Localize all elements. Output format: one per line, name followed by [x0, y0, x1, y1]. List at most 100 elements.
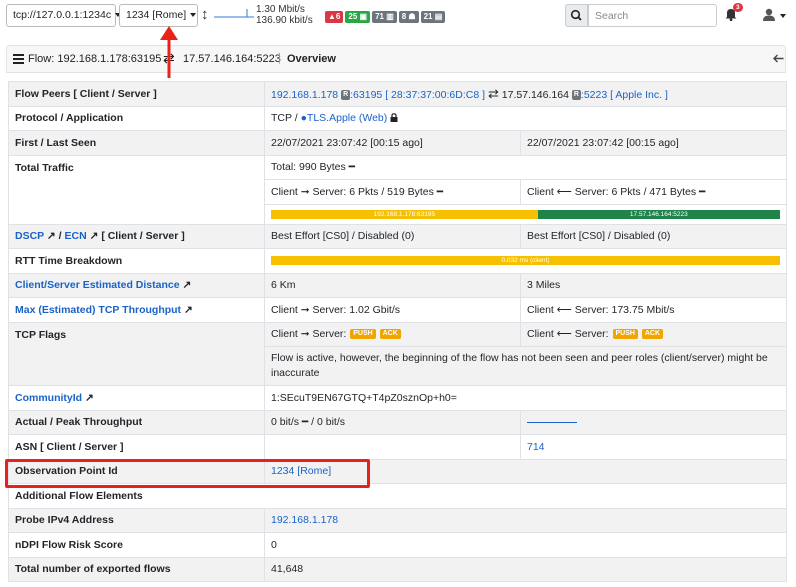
devices-badge[interactable]: 8 ☗ — [398, 11, 419, 23]
flow-peers-value: 192.168.1.178 R:63195 [ 28:37:37:00:6D:C… — [264, 81, 787, 107]
dscp-client-value: Best Effort [CS0] / Disabled (0) — [264, 223, 521, 249]
throughput-sparkline — [214, 9, 254, 18]
flag-badge: ACK — [641, 329, 664, 340]
external-link-icon[interactable]: ↗ — [90, 230, 99, 242]
row-label: Actual / Peak Throughput — [8, 409, 265, 435]
row-risk-score: nDPI Flow Risk Score 0 — [8, 532, 787, 558]
chevron-down-icon[interactable] — [780, 14, 786, 18]
search-input[interactable] — [588, 4, 717, 27]
risk-score-value: 0 — [264, 532, 787, 558]
observation-point-selector[interactable]: 1234 [Rome] — [119, 4, 198, 27]
user-icon[interactable] — [762, 8, 776, 22]
server-port-link[interactable]: :5223 — [581, 89, 607, 101]
row-label: Probe IPv4 Address — [8, 507, 265, 533]
top-navbar: tcp://127.0.0.1:1234c 1234 [Rome] ↕ 1.30… — [0, 0, 796, 33]
community-id-link[interactable]: CommunityId — [15, 392, 82, 404]
client-ip-link[interactable]: 192.168.1.178 — [271, 89, 338, 101]
total-traffic-value: Total: 990 Bytes ━ — [264, 154, 787, 180]
flag-badge: PUSH — [350, 329, 376, 340]
swap-icon: ⇄ — [487, 85, 499, 101]
observation-point-label: 1234 [Rome] — [126, 9, 187, 21]
flag-badge: ACK — [379, 329, 401, 340]
client-port-link[interactable]: :63195 — [350, 89, 382, 101]
row-total-traffic: Total Traffic Total: 990 Bytes ━ — [8, 154, 787, 225]
tab-overview[interactable]: Overview — [287, 53, 336, 65]
throughput-value: 0 bit/s ━ / 0 bit/s — [264, 409, 521, 435]
menu-icon[interactable] — [13, 54, 24, 64]
alerts-badge[interactable]: ▲6 — [325, 11, 344, 23]
server-vendor-link[interactable]: [ Apple Inc. ] — [610, 89, 668, 101]
row-label: Max (Estimated) TCP Throughput ↗ — [8, 297, 265, 323]
steady-trend-icon: ━ — [348, 161, 355, 174]
application-link[interactable]: TLS.Apple — [307, 112, 356, 124]
external-link-icon[interactable]: ↗ — [184, 304, 193, 316]
row-rtt: RTT Time Breakdown 0.032 ms (client) — [8, 248, 787, 274]
tcp-throughput-server: Client ⟵ Server: 173.75 Mbit/s — [520, 297, 787, 323]
community-id-value: 1:SEcuT9EN67GTQ+T4pZ0sznOp+h0= — [264, 385, 787, 411]
row-throughput: Actual / Peak Throughput 0 bit/s ━ / 0 b… — [8, 409, 787, 435]
interface-selector[interactable]: tcp://127.0.0.1:1234c — [6, 4, 122, 27]
external-link-icon[interactable]: ↗ — [85, 392, 94, 404]
server-ip: 17.57.146.164 — [501, 88, 569, 101]
search-icon — [570, 9, 582, 21]
lock-icon — [390, 113, 398, 123]
asn-server-value: 714 — [520, 434, 787, 460]
section-heading: Additional Flow Elements — [8, 483, 787, 509]
ecn-link[interactable]: ECN — [64, 230, 86, 242]
row-first-last-seen: First / Last Seen 22/07/2021 23:07:42 [0… — [8, 130, 787, 156]
hosts-badge[interactable]: 25 ▣ — [345, 11, 371, 23]
external-link-icon[interactable]: ↗ — [47, 230, 56, 242]
row-distance: Client/Server Estimated Distance ↗ 6 Km … — [8, 272, 787, 298]
row-label: First / Last Seen — [8, 130, 265, 156]
server-to-client-traffic: Client ⟵ Server: 6 Pkts / 471 Bytes ━ — [520, 179, 787, 205]
row-label: Flow Peers [ Client / Server ] — [8, 81, 265, 107]
row-flow-peers: Flow Peers [ Client / Server ] 192.168.1… — [8, 81, 787, 107]
row-asn: ASN [ Client / Server ] 714 — [8, 434, 787, 460]
row-label: Protocol / Application — [8, 105, 265, 131]
row-label: nDPI Flow Risk Score — [8, 532, 265, 558]
throughput-sparkline — [527, 421, 577, 423]
row-observation-point: Observation Point Id 1234 [Rome] — [8, 458, 787, 484]
tcp-throughput-link[interactable]: Max (Estimated) TCP Throughput — [15, 304, 181, 316]
protocol-value: TCP / ●TLS.Apple (Web) — [264, 105, 787, 131]
probe-ip-value: 192.168.1.178 — [264, 507, 787, 533]
traffic-split-bar: 192.168.1.178:63195 17.57.146.164:5223 — [271, 209, 780, 219]
rtt-client-bar: 0.032 ms (client) — [271, 256, 780, 266]
client-mac-link[interactable]: [ 28:37:37:00:6D:C8 ] — [385, 89, 485, 101]
steady-trend-icon: ━ — [436, 185, 444, 198]
tcp-throughput-client: Client ➞ Server: 1.02 Gbit/s — [264, 297, 521, 323]
traffic-split-cell: 192.168.1.178:63195 17.57.146.164:5223 — [264, 203, 787, 225]
flow-card-header: Flow: 192.168.1.178:63195 ⇄ 17.57.146.16… — [6, 45, 786, 73]
rtt-bar: 0.032 ms (client) — [271, 256, 780, 266]
annotation-arrow — [160, 26, 178, 78]
interfaces-badge[interactable]: 21 ▤ — [420, 11, 446, 23]
search-button[interactable] — [565, 4, 588, 27]
flow-details-table: Flow Peers [ Client / Server ] 192.168.1… — [8, 81, 787, 582]
client-remote-tag: R — [341, 89, 351, 100]
server-remote-tag: R — [571, 89, 581, 100]
asn-server-link[interactable]: 714 — [527, 441, 545, 453]
back-arrow-icon[interactable] — [773, 54, 784, 63]
dscp-server-value: Best Effort [CS0] / Disabled (0) — [520, 223, 787, 249]
dscp-link[interactable]: DSCP — [15, 230, 44, 242]
distance-server-value: 3 Miles — [520, 272, 787, 298]
last-seen-value: 22/07/2021 23:07:42 [00:15 ago] — [520, 130, 787, 156]
client-to-server-traffic: Client ➞ Server: 6 Pkts / 519 Bytes ━ — [264, 179, 521, 205]
distance-link[interactable]: Client/Server Estimated Distance — [15, 279, 180, 291]
row-label: Client/Server Estimated Distance ↗ — [8, 272, 265, 298]
throughput-up: 1.30 Mbit/s — [256, 4, 305, 15]
flow-title-server: 17.57.146.164:5223 — [183, 53, 281, 65]
category-link[interactable]: (Web) — [359, 112, 387, 124]
row-additional-elements: Additional Flow Elements — [8, 483, 787, 509]
distance-client-value: 6 Km — [264, 272, 521, 298]
alerts-count-badge: 3 — [733, 3, 743, 12]
throughput-readout[interactable]: 1.30 Mbit/s 136.90 kbit/s — [256, 4, 313, 26]
row-exported-flows: Total number of exported flows 41,648 — [8, 556, 787, 582]
external-link-icon[interactable]: ↗ — [183, 279, 192, 291]
row-label: Total number of exported flows — [8, 556, 265, 582]
observation-point-link[interactable]: 1234 [Rome] — [271, 465, 331, 477]
probe-ip-link[interactable]: 192.168.1.178 — [271, 514, 338, 526]
steady-trend-icon: ━ — [699, 185, 706, 198]
flows-badge[interactable]: 71 ▥ — [372, 11, 397, 23]
exported-flows-value: 41,648 — [264, 556, 787, 582]
